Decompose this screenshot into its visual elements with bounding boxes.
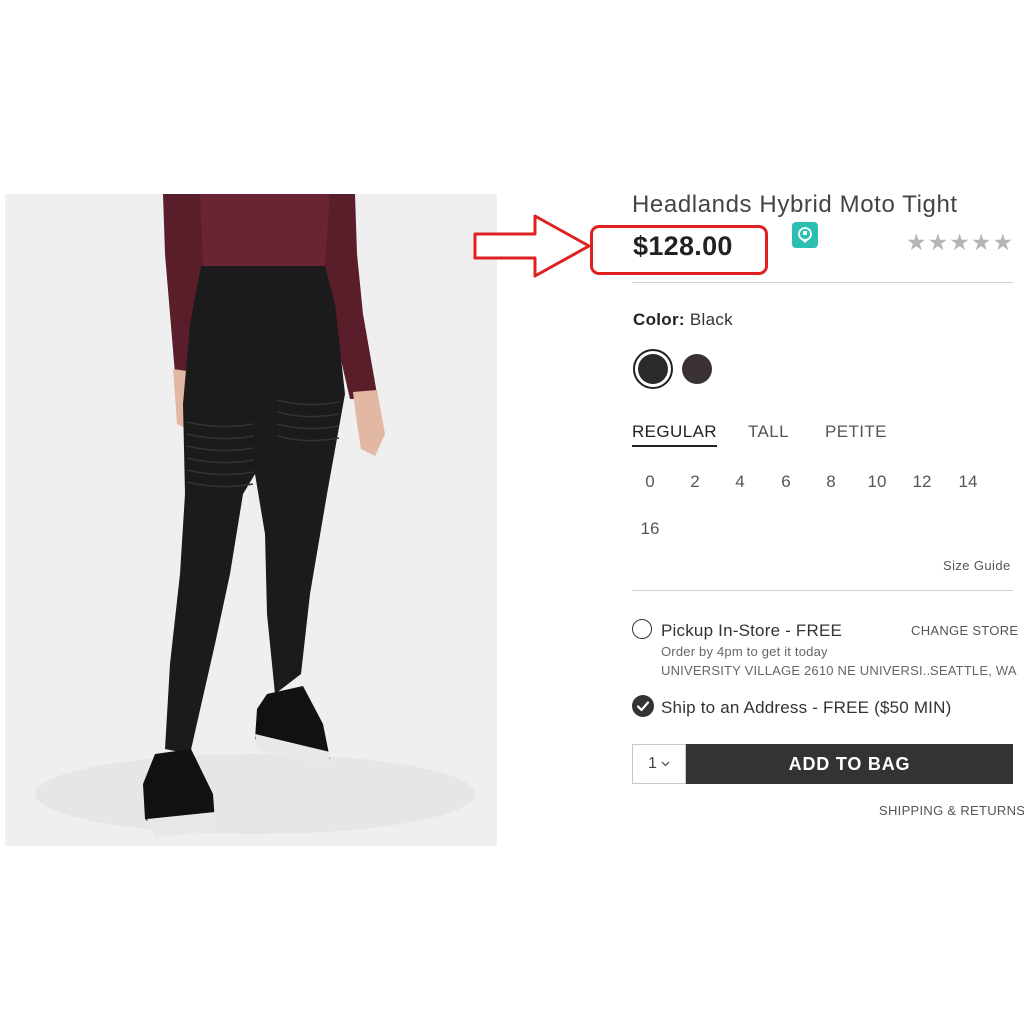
size-option[interactable]: 16 (635, 519, 665, 539)
red-arrow-annotation (473, 214, 591, 278)
divider (632, 282, 1013, 283)
store-city: SEATTLE, WA (930, 663, 1017, 678)
size-option[interactable]: 2 (680, 472, 710, 492)
product-price: $128.00 (633, 231, 733, 261)
checkmark-icon (636, 701, 650, 712)
color-row: Color: Black (633, 310, 733, 330)
tab-regular[interactable]: REGULAR (632, 422, 717, 447)
size-option[interactable]: 12 (907, 472, 937, 492)
product-title: Headlands Hybrid Moto Tight (632, 191, 958, 218)
change-store-link[interactable]: CHANGE STORE (911, 623, 1018, 638)
size-option[interactable]: 6 (771, 472, 801, 492)
tab-petite[interactable]: PETITE (825, 422, 887, 442)
pickup-radio[interactable] (632, 619, 652, 639)
shipping-returns-link[interactable]: SHIPPING & RETURNS (879, 803, 1024, 818)
divider (632, 590, 1013, 591)
pickup-note: Order by 4pm to get it today (661, 644, 828, 659)
size-guide-link[interactable]: Size Guide (943, 558, 1011, 573)
size-option[interactable]: 14 (953, 472, 983, 492)
add-to-bag-button[interactable]: ADD TO BAG (686, 744, 1013, 784)
color-label: Color: (633, 310, 685, 329)
rating-stars[interactable]: ★★★★★ (906, 229, 1014, 256)
size-option[interactable]: 0 (635, 472, 665, 492)
ship-radio[interactable] (632, 695, 654, 717)
swatch-brown[interactable] (682, 354, 712, 384)
size-option[interactable]: 10 (862, 472, 892, 492)
size-option[interactable]: 4 (725, 472, 755, 492)
swatch-black[interactable] (633, 349, 673, 389)
ship-label: Ship to an Address - FREE ($50 MIN) (661, 698, 952, 717)
product-image (5, 194, 497, 846)
chevron-down-icon (661, 761, 670, 767)
pickup-label: Pickup In-Store - FREE (661, 621, 843, 640)
color-value: Black (689, 310, 733, 329)
extension-icon[interactable] (792, 222, 818, 248)
quantity-value: 1 (648, 755, 657, 772)
tab-tall[interactable]: TALL (748, 422, 789, 442)
quantity-select[interactable]: 1 (632, 744, 686, 784)
store-address: UNIVERSITY VILLAGE 2610 NE UNIVERSI... (661, 663, 935, 678)
size-option[interactable]: 8 (816, 472, 846, 492)
